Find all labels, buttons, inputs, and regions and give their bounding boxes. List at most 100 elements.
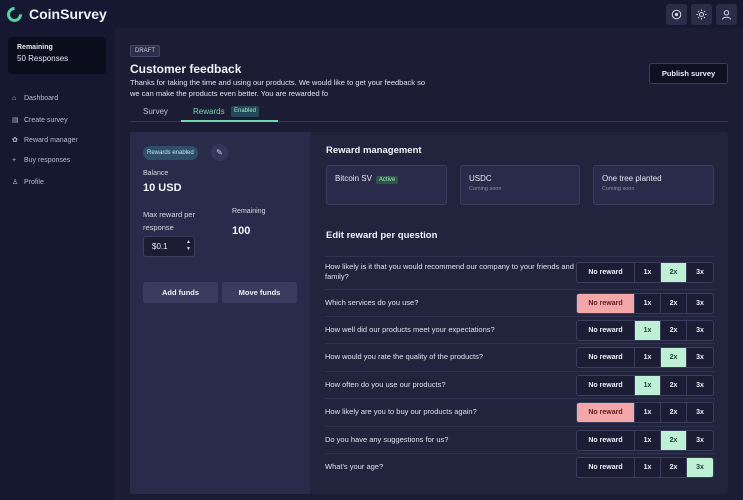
no-reward-option[interactable]: No reward [577,294,635,313]
reward-option-bitcoin-sv[interactable]: Bitcoin SV Active [326,165,447,205]
multiplier-option-1x[interactable]: 1x [635,403,661,422]
reward-management-title: Reward management [326,145,422,156]
publish-survey-button[interactable]: Publish survey [649,63,728,84]
max-reward-input[interactable]: $0.1 ▲ ▼ [143,236,195,257]
multiplier-option-1x[interactable]: 1x [635,294,661,313]
sidebar-item-label: Reward manager [24,136,78,144]
no-reward-option[interactable]: No reward [577,348,635,367]
sidebar-item-label: Dashboard [24,95,59,102]
multiplier-option-3x[interactable]: 3x [687,431,713,450]
no-reward-option[interactable]: No reward [577,376,635,395]
move-funds-button[interactable]: Move funds [222,282,297,303]
reward-option-usdc[interactable]: USDC Coming soon [460,165,580,205]
coinsurvey-logo-icon [3,3,26,25]
question-text: How well did our products meet your expe… [325,325,495,334]
max-reward-label: Max reward per response [143,210,196,232]
multiplier-option-3x[interactable]: 3x [687,263,713,282]
no-reward-option[interactable]: No reward [577,403,635,422]
multiplier-option-3x[interactable]: 3x [687,294,713,313]
user-icon[interactable] [716,4,737,25]
balance-value: 10 USD [143,182,182,194]
question-text: How likely are you to buy our products a… [325,407,477,416]
multiplier-option-2x[interactable]: 2x [661,263,687,282]
app-name: CoinSurvey [29,6,107,22]
reward-multiplier-selector: No reward 1x 2x 3x [576,430,714,451]
question-row: Which services do you use? No reward 1x 2x 3… [325,289,715,316]
gift-icon: ✿ [12,137,18,144]
multiplier-option-2x[interactable]: 2x [661,321,687,340]
tab-survey[interactable]: Survey [143,107,168,116]
brand[interactable]: CoinSurvey [3,3,107,25]
multiplier-option-3x[interactable]: 3x [687,403,713,422]
stepper-up-icon[interactable]: ▲ [186,239,191,246]
balance-label: Balance [143,170,169,177]
sidebar-item-buy-responses[interactable]: + Buy responses [12,157,70,164]
reward-multiplier-selector: No reward 1x 2x 3x [576,457,714,478]
coming-soon-label: Coming soon [469,186,502,192]
survey-description: Thanks for taking the time and using our… [130,78,426,98]
multiplier-option-1x[interactable]: 1x [635,263,661,282]
no-reward-option[interactable]: No reward [577,263,635,282]
no-reward-option[interactable]: No reward [577,321,635,340]
multiplier-option-2x[interactable]: 2x [661,458,687,477]
target-icon[interactable] [666,4,687,25]
sidebar: Remaining 50 Responses ⌂ Dashboard ▤ Cre… [0,28,114,500]
sidebar-item-create-survey[interactable]: ▤ Create survey [12,116,68,125]
multiplier-option-3x[interactable]: 3x [687,348,713,367]
plus-icon: + [12,157,17,164]
sidebar-item-profile[interactable]: ♙ Profile [12,178,44,187]
multiplier-option-2x[interactable]: 2x [661,403,687,422]
question-text: Do you have any suggestions for us? [325,435,449,444]
active-badge: Active [375,176,399,184]
reward-option-one-tree-planted[interactable]: One tree planted Coming soon [593,165,714,205]
multiplier-option-3x[interactable]: 3x [687,376,713,395]
question-row: How often do you use our products? No rew… [325,371,715,398]
reward-multiplier-selector: No reward 1x 2x 3x [576,375,714,396]
document-icon: ▤ [12,117,19,124]
multiplier-option-3x[interactable]: 3x [687,458,713,477]
multiplier-option-3x[interactable]: 3x [687,321,713,340]
remaining-value: 100 [232,225,251,237]
multiplier-option-1x[interactable]: 1x [635,321,661,340]
rewards-enabled-pill: Rewards enabled [143,146,198,160]
coming-soon-label: Coming soon [602,186,635,192]
stepper-down-icon[interactable]: ▼ [186,246,191,253]
tab-rewards[interactable]: Rewards [193,107,225,116]
add-funds-button[interactable]: Add funds [143,282,218,303]
question-row: How would you rate the quality of the pr… [325,343,715,370]
page-title: Customer feedback [130,62,242,76]
home-icon: ⌂ [12,95,17,102]
question-row: What's your age? No reward 1x 2x 3x [325,453,715,480]
max-reward-value: $0.1 [152,242,168,251]
edit-icon[interactable]: ✎ [211,144,228,161]
reward-option-title: USDC [469,174,492,183]
question-row: How likely is it that you would recommen… [325,256,715,286]
multiplier-option-2x[interactable]: 2x [661,376,687,395]
question-text: How would you rate the quality of the pr… [325,352,484,361]
multiplier-option-2x[interactable]: 2x [661,294,687,313]
top-bar: CoinSurvey [0,0,743,28]
question-text: What's your age? [325,462,384,471]
remaining-responses-box: Remaining 50 Responses [8,37,106,74]
status-badge: DRAFT [130,45,160,57]
sidebar-item-dashboard[interactable]: ⌂ Dashboard [12,95,58,102]
reward-option-title: One tree planted [602,174,662,183]
multiplier-option-2x[interactable]: 2x [661,431,687,450]
multiplier-option-1x[interactable]: 1x [635,431,661,450]
remaining-title: Remaining [17,44,53,51]
multiplier-option-1x[interactable]: 1x [635,376,661,395]
sidebar-item-reward-manager[interactable]: ✿ Reward manager [12,136,78,145]
quantity-stepper[interactable]: ▲ ▼ [186,239,191,253]
question-row: How well did our products meet your expe… [325,316,715,343]
remaining-label: Remaining [232,208,266,215]
multiplier-option-2x[interactable]: 2x [661,348,687,367]
question-row: How likely are you to buy our products a… [325,398,715,425]
multiplier-option-1x[interactable]: 1x [635,348,661,367]
reward-multiplier-selector: No reward 1x 2x 3x [576,347,714,368]
multiplier-option-1x[interactable]: 1x [635,458,661,477]
remaining-value: 50 Responses [17,54,69,63]
edit-reward-title: Edit reward per question [326,230,438,241]
sun-icon[interactable] [691,4,712,25]
no-reward-option[interactable]: No reward [577,431,635,450]
no-reward-option[interactable]: No reward [577,458,635,477]
